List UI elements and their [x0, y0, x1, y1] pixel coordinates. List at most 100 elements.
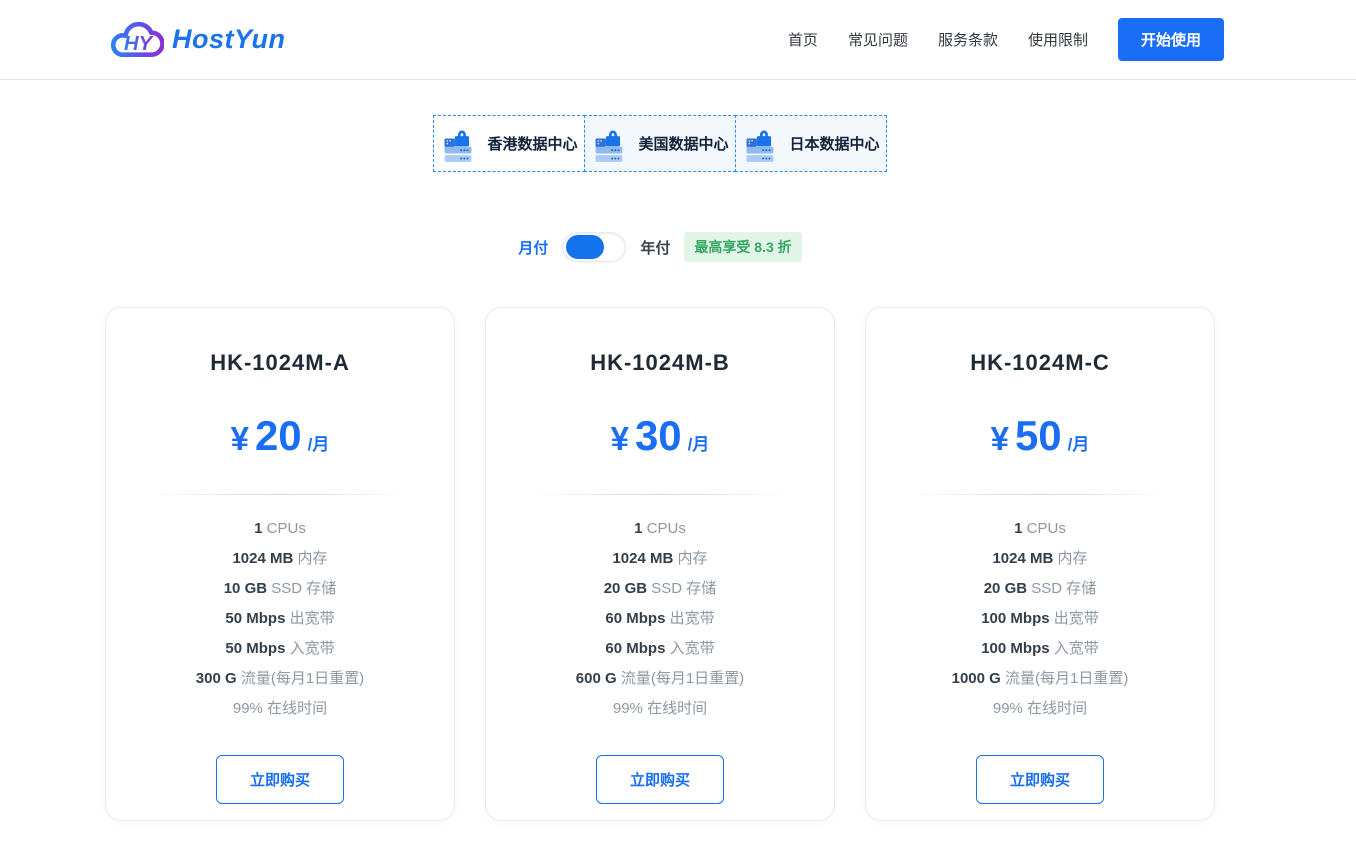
datacenter-tab[interactable]: 美国数据中心 — [584, 115, 736, 172]
spec-label: SSD 存储 — [271, 580, 336, 597]
pricing-card: HK-1024M-C ¥ 50 /月 1 CPUs1024 MB 内存20 GB… — [865, 307, 1215, 821]
brand-name: HostYun — [172, 24, 286, 55]
spec-row: 99% 在线时间 — [952, 701, 1129, 716]
spec-label: 内存 — [1058, 550, 1088, 567]
spec-label: SSD 存储 — [1031, 580, 1096, 597]
datacenter-tab[interactable]: 香港数据中心 — [433, 115, 585, 172]
pricing-card: HK-1024M-A ¥ 20 /月 1 CPUs 1024 MB 内存 10 GB… — [105, 307, 455, 821]
plan-name: HK-1024M-B — [590, 350, 730, 376]
brand-logo[interactable]: HY HostYun — [108, 17, 286, 63]
spec-label: 流量(每月1日重置) — [241, 670, 364, 687]
nav-link[interactable]: 服务条款 — [938, 29, 998, 50]
currency-symbol: ¥ — [611, 420, 629, 458]
main-nav: 首页 常见问题 服务条款 使用限制 开始使用 — [788, 18, 1224, 61]
spec-label: 出宽带 — [1054, 610, 1099, 627]
buy-now-button[interactable]: 立即购买 — [596, 755, 724, 804]
spec-value: 99% — [613, 700, 643, 717]
spec-value: 100 Mbps — [981, 610, 1049, 627]
discount-badge: 最高享受 8.3 折 — [684, 232, 801, 262]
spec-label: 入宽带 — [1054, 640, 1099, 657]
spec-list: 1 CPUs 1024 MB 内存 20 GB SSD 存储 100 Mbps 出宽带… — [952, 521, 1129, 731]
spec-label: 出宽带 — [670, 610, 715, 627]
spec-row: 60 Mbps 出宽带 — [576, 611, 744, 626]
spec-value: 20 GB — [984, 580, 1027, 597]
spec-row: 1 CPUs — [576, 521, 744, 536]
spec-label: 在线时间 — [267, 700, 327, 717]
datacenter-tab[interactable]: 日本数据中心 — [735, 115, 887, 172]
spec-row: 1 CPUs — [952, 521, 1129, 536]
yearly-label: 年付 — [640, 237, 670, 258]
nav-link[interactable]: 常见问题 — [848, 29, 908, 50]
plan-price: ¥ 20 /月 — [231, 412, 330, 460]
spec-label: 内存 — [678, 550, 708, 567]
spec-row: 1000 G 流量(每月1日重置) — [952, 671, 1129, 686]
nav-link[interactable]: 使用限制 — [1028, 29, 1088, 50]
spec-row: 20 GB SSD 存储 — [576, 581, 744, 596]
price-period: /月 — [1068, 430, 1090, 455]
billing-period-toggle[interactable] — [562, 232, 626, 262]
buy-now-button[interactable]: 立即购买 — [216, 755, 344, 804]
spec-row: 10 GB SSD 存储 — [196, 581, 364, 596]
tab-label: 美国数据中心 — [638, 133, 728, 154]
cloud-logo-icon: HY — [108, 17, 164, 63]
server-icon — [741, 125, 779, 163]
tab-label: 日本数据中心 — [789, 133, 879, 154]
plan-price: ¥ 30 /月 — [611, 412, 710, 460]
spec-value: 1 — [634, 520, 642, 537]
nav-link[interactable]: 首页 — [788, 29, 818, 50]
spec-label: CPUs — [1027, 520, 1066, 537]
spec-row: 1024 MB 内存 — [196, 551, 364, 566]
server-icon — [590, 125, 628, 163]
spec-row: 100 Mbps 出宽带 — [952, 611, 1129, 626]
spec-label: 出宽带 — [290, 610, 335, 627]
spec-row: 50 Mbps 出宽带 — [196, 611, 364, 626]
spec-label: 流量(每月1日重置) — [1005, 670, 1128, 687]
spec-value: 1024 MB — [232, 550, 293, 567]
spec-label: 在线时间 — [1027, 700, 1087, 717]
price-period: /月 — [688, 430, 710, 455]
get-started-button[interactable]: 开始使用 — [1118, 18, 1224, 61]
spec-label: 入宽带 — [290, 640, 335, 657]
spec-label: 流量(每月1日重置) — [621, 670, 744, 687]
price-amount: 50 — [1015, 412, 1062, 460]
toggle-knob — [566, 235, 604, 259]
top-header: HY HostYun 首页 常见问题 服务条款 使用限制 开始使用 — [0, 0, 1356, 80]
spec-row: 1024 MB 内存 — [952, 551, 1129, 566]
spec-row: 99% 在线时间 — [196, 701, 364, 716]
spec-row: 60 Mbps 入宽带 — [576, 641, 744, 656]
plan-name: HK-1024M-C — [970, 350, 1110, 376]
spec-value: 1024 MB — [612, 550, 673, 567]
spec-row: 1 CPUs — [196, 521, 364, 536]
spec-list: 1 CPUs1024 MB 内存20 GB SSD 存储60 Mbps 出宽带6… — [576, 521, 744, 731]
spec-label: 内存 — [298, 550, 328, 567]
card-divider — [909, 494, 1171, 495]
main-content: 香港数据中心 — [105, 115, 1215, 821]
spec-value: 60 Mbps — [605, 640, 665, 657]
spec-value: 1000 G — [952, 670, 1001, 687]
spec-label: SSD 存储 — [651, 580, 716, 597]
currency-symbol: ¥ — [231, 420, 249, 458]
plan-name: HK-1024M-A — [210, 350, 350, 376]
spec-value: 600 G — [576, 670, 617, 687]
card-divider — [149, 494, 411, 495]
datacenter-tabs: 香港数据中心 — [105, 115, 1215, 172]
spec-row: 100 Mbps 入宽带 — [952, 641, 1129, 656]
tab-label: 香港数据中心 — [487, 133, 577, 154]
spec-label: 入宽带 — [670, 640, 715, 657]
spec-label: CPUs — [647, 520, 686, 537]
spec-value: 1024 MB — [992, 550, 1053, 567]
buy-now-button[interactable]: 立即购买 — [976, 755, 1104, 804]
spec-value: 10 GB — [224, 580, 267, 597]
spec-value: 99% — [993, 700, 1023, 717]
spec-value: 20 GB — [604, 580, 647, 597]
price-amount: 20 — [255, 412, 302, 460]
pricing-card: HK-1024M-B ¥ 30 /月 1 CPUs 1024 MB 内存 20 GB… — [485, 307, 835, 821]
monthly-label: 月付 — [518, 237, 548, 258]
server-icon — [439, 125, 477, 163]
price-period: /月 — [308, 430, 330, 455]
spec-row: 50 Mbps 入宽带 — [196, 641, 364, 656]
spec-list: 1 CPUs 1024 MB 内存 10 GB SSD 存储 50 Mbps 出宽带 5… — [196, 521, 364, 731]
spec-row: 600 G 流量(每月1日重置) — [576, 671, 744, 686]
spec-label: CPUs — [267, 520, 306, 537]
spec-row: 20 GB SSD 存储 — [952, 581, 1129, 596]
